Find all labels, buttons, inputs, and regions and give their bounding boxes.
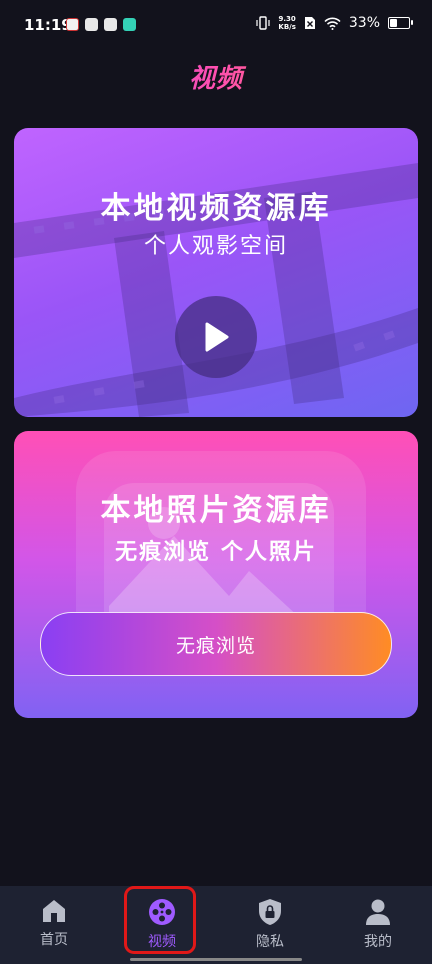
app-notification-icon [123,18,136,31]
vibrate-icon [256,16,270,30]
nav-item-mine[interactable]: 我的 [324,886,432,964]
status-bar: 11:19 9.30 KB/s 33% [0,0,432,52]
app-notification-icon [104,18,117,31]
page-title: 视频 [0,58,432,95]
photo-library-card[interactable]: 本地照片资源库 无痕浏览 个人照片 无痕浏览 [14,431,418,718]
status-time: 11:19 [24,16,72,34]
play-button[interactable] [175,296,257,378]
nav-item-privacy[interactable]: 隐私 [216,886,324,964]
nav-label: 隐私 [256,934,284,950]
private-browse-button[interactable]: 无痕浏览 [40,612,392,676]
app-notification-icon [85,18,98,31]
battery-percent: 33% [348,15,380,31]
battery-icon [388,17,413,29]
video-card-subtitle: 个人观影空间 [143,234,288,259]
highlight-box [124,886,196,954]
user-icon [366,899,390,925]
status-right: 9.30 KB/s 33% [256,15,413,31]
network-speed: 9.30 KB/s [278,15,296,31]
no-sim-icon [304,17,315,29]
photo-card-subtitle: 无痕浏览 个人照片 [115,540,317,565]
video-library-card[interactable]: 本地视频资源库 个人观影空间 [14,128,418,417]
battery-level [390,19,397,27]
nav-item-home[interactable]: 首页 [0,886,108,964]
home-icon [43,900,65,922]
photo-card-title: 本地照片资源库 [100,493,332,528]
notification-icons [66,18,136,31]
shield-lock-icon [259,899,281,925]
bottom-nav: 首页 视频 隐私 我的 [0,886,432,964]
play-icon [205,322,229,352]
video-card-title: 本地视频资源库 [100,191,332,226]
app-notification-icon [66,18,79,31]
wifi-icon [324,17,341,30]
home-indicator [130,958,302,961]
nav-label: 我的 [364,934,392,950]
nav-label: 首页 [40,932,68,948]
